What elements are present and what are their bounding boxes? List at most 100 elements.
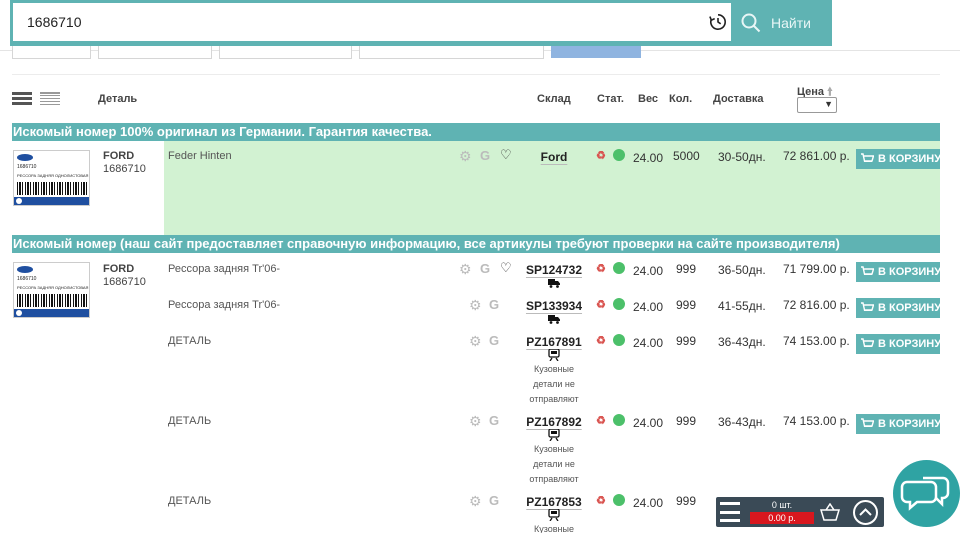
status-indicator — [613, 149, 625, 161]
search-input-box — [13, 3, 731, 41]
weight-value: 24.00 — [633, 151, 664, 165]
add-to-cart-button[interactable]: В КОРЗИНУ — [856, 298, 941, 318]
warehouse-link[interactable]: PZ167853 — [519, 495, 589, 509]
article-number: 1686710 — [103, 163, 146, 175]
truck-icon — [548, 315, 560, 324]
column-weight: Вес — [638, 93, 659, 105]
add-to-cart-button[interactable]: В КОРЗИНУ — [856, 149, 942, 169]
weight-value: 24.00 — [633, 264, 664, 278]
view-toggle — [12, 92, 60, 105]
cart-icon — [861, 338, 874, 347]
add-to-cart-button[interactable]: В КОРЗИНУ — [856, 334, 941, 354]
google-icon[interactable]: G — [489, 298, 501, 311]
heart-icon[interactable]: ♡ — [500, 148, 512, 161]
history-icon[interactable] — [709, 13, 727, 31]
price-sort-select[interactable]: ▼ — [797, 97, 837, 113]
part-description: Рессора задняя Tr'06- — [168, 263, 281, 275]
chat-icon — [900, 476, 950, 511]
status-indicator — [613, 334, 625, 346]
add-to-cart-label: В КОРЗИНУ — [878, 266, 942, 278]
list-view-icon[interactable] — [40, 92, 60, 105]
part-description: ДЕТАЛЬ — [168, 495, 212, 507]
heart-icon[interactable]: ♡ — [500, 261, 512, 274]
qty-value: 999 — [676, 414, 697, 428]
section-original: Искомый номер 100% оригинал из Германии.… — [12, 123, 940, 141]
mini-cart: 0 шт. 0.00 р. — [716, 497, 884, 527]
scroll-top-button[interactable] — [853, 500, 878, 525]
delivery-value: 36-43дн. — [718, 335, 766, 349]
part-description: Feder Hinten — [168, 150, 232, 162]
chat-button[interactable] — [893, 460, 960, 527]
delivery-value: 41-55дн. — [718, 299, 766, 313]
cart-icon — [861, 266, 874, 275]
search-bar: Найти — [10, 0, 832, 46]
shipping-note: Кузовные — [534, 524, 574, 533]
qty-value: 999 — [676, 494, 697, 508]
recycle-icon: ♻ — [596, 263, 606, 275]
warehouse-link[interactable]: SP133934 — [519, 299, 589, 313]
price-value: 72 861.00 р. — [783, 149, 850, 163]
gear-icon[interactable]: ⚙ — [459, 149, 472, 163]
recycle-icon: ♻ — [596, 335, 606, 347]
google-icon[interactable]: G — [480, 262, 492, 275]
column-warehouse: Склад — [537, 93, 571, 105]
add-to-cart-button[interactable]: В КОРЗИНУ — [856, 414, 941, 434]
gear-icon[interactable]: ⚙ — [469, 334, 482, 348]
search-button[interactable]: Найти — [731, 3, 829, 43]
image-part-caption: РЕССОРА ЗАДНЯЯ ОДНОЛИСТОВАЯ — [17, 285, 89, 290]
menu-icon[interactable] — [720, 502, 740, 522]
shipping-note: Кузовные детали не отправляют — [529, 444, 579, 484]
recycle-icon: ♻ — [596, 299, 606, 311]
status-indicator — [613, 298, 625, 310]
price-value: 71 799.00 р. — [783, 262, 850, 276]
product-image[interactable]: 1686710 РЕССОРА ЗАДНЯЯ ОДНОЛИСТОВАЯ — [13, 262, 90, 318]
search-button-label: Найти — [771, 15, 811, 31]
google-icon[interactable]: G — [489, 494, 501, 507]
status-indicator — [613, 414, 625, 426]
add-to-cart-label: В КОРЗИНУ — [878, 153, 942, 165]
price-value: 74 153.00 р. — [783, 334, 850, 348]
filter-button[interactable] — [551, 46, 641, 58]
delivery-value: 36-43дн. — [718, 415, 766, 429]
qty-value: 5000 — [673, 149, 700, 163]
shipping-note: Кузовные детали не отправляют — [529, 364, 579, 404]
filter-row — [0, 46, 960, 60]
brand: FORD — [103, 150, 135, 162]
warehouse-link[interactable]: PZ167892 — [519, 415, 589, 429]
warehouse-link[interactable]: SP124732 — [519, 263, 589, 277]
barcode — [17, 182, 87, 195]
gear-icon[interactable]: ⚙ — [469, 414, 482, 428]
filter-stub[interactable] — [359, 46, 544, 59]
grid-view-icon[interactable] — [12, 92, 32, 105]
filter-stub[interactable] — [219, 46, 352, 59]
search-input[interactable] — [27, 14, 687, 30]
recycle-mark — [16, 198, 22, 204]
google-icon[interactable]: G — [489, 334, 501, 347]
delivery-value: 36-50дн. — [718, 263, 766, 277]
weight-value: 24.00 — [633, 336, 664, 350]
google-icon[interactable]: G — [480, 149, 492, 162]
google-icon[interactable]: G — [489, 414, 501, 427]
train-icon — [548, 349, 560, 361]
product-image[interactable]: 1686710 РЕССОРА ЗАДНЯЯ ОДНОЛИСТОВАЯ — [13, 150, 90, 206]
gear-icon[interactable]: ⚙ — [469, 494, 482, 508]
ford-logo — [17, 154, 33, 161]
qty-value: 999 — [676, 334, 697, 348]
train-icon — [548, 509, 560, 521]
add-to-cart-button[interactable]: В КОРЗИНУ — [856, 262, 942, 282]
warehouse-link[interactable]: Ford — [519, 150, 589, 164]
warehouse-link[interactable]: PZ167891 — [519, 335, 589, 349]
filter-stub[interactable] — [98, 46, 212, 59]
part-description: Рессора задняя Tr'06- — [168, 299, 281, 311]
weight-value: 24.00 — [633, 496, 664, 510]
price-value: 74 153.00 р. — [783, 414, 850, 428]
truck-icon — [548, 279, 560, 288]
basket-icon[interactable] — [820, 503, 840, 521]
cart-icon — [861, 153, 874, 162]
weight-value: 24.00 — [633, 416, 664, 430]
gear-icon[interactable]: ⚙ — [469, 298, 482, 312]
article-number: 1686710 — [103, 276, 146, 288]
filter-stub[interactable] — [12, 46, 91, 59]
gear-icon[interactable]: ⚙ — [459, 262, 472, 276]
cart-icon — [861, 418, 874, 427]
